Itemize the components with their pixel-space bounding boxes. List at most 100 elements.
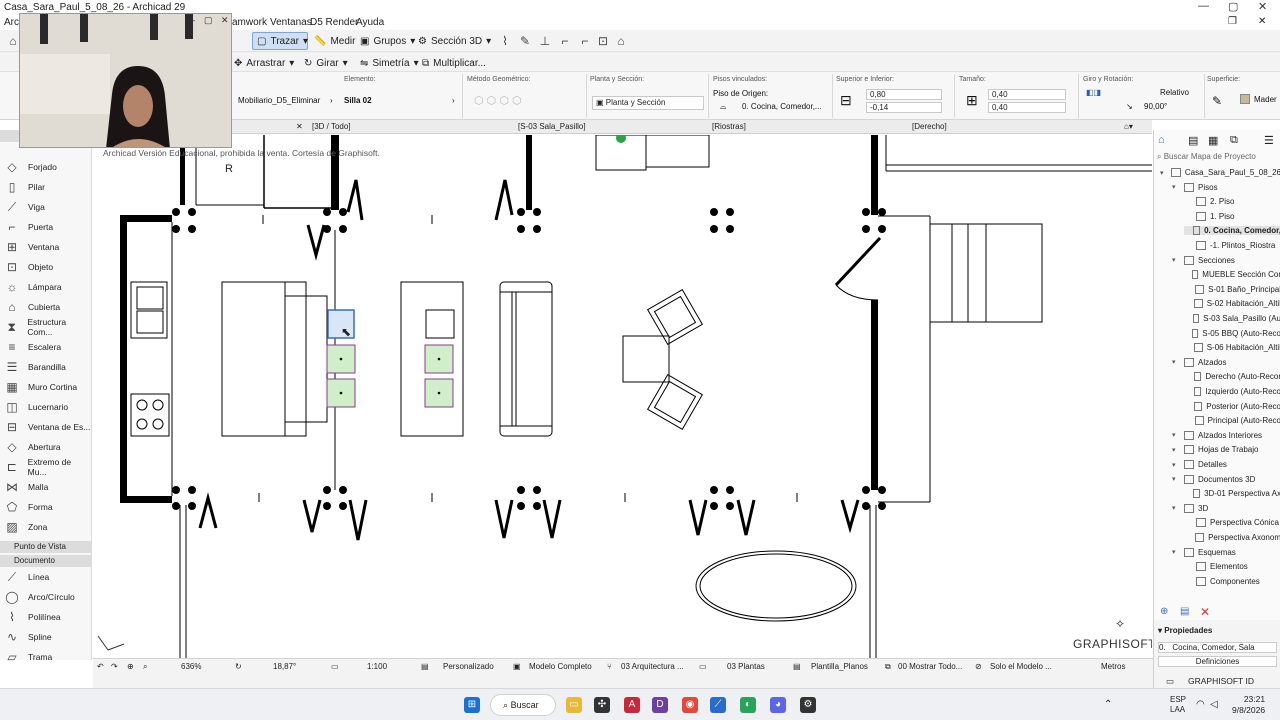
menu-icon[interactable]: ☰ <box>1264 134 1274 147</box>
tool-escalera[interactable]: ≡ Escalera <box>4 338 61 356</box>
tool-trama[interactable]: ▱ Trama <box>4 648 52 666</box>
floor-plan-drawing[interactable] <box>93 135 1152 658</box>
discord-icon[interactable]: ◕ <box>770 697 786 713</box>
layout-book-icon[interactable]: ▦ <box>1208 134 1218 147</box>
project-map-icon[interactable]: ⌂ <box>1158 134 1165 146</box>
tool-abertura[interactable]: ◇ Abertura <box>4 438 60 456</box>
language-indicator[interactable]: ESP LAA <box>1170 695 1186 715</box>
navigator-item[interactable]: MUEBLE Sección Cor <box>1184 270 1280 280</box>
tool-malla[interactable]: ⋈ Malla <box>4 478 48 496</box>
chevron-down-icon[interactable]: ▾ <box>1172 431 1180 439</box>
tool-ventana[interactable]: ⊞ Ventana <box>4 238 59 256</box>
trim-icon[interactable]: ⌇ <box>498 34 512 48</box>
archicad-icon[interactable]: ⟋ <box>710 697 726 713</box>
navigator-settings-icon[interactable]: ▤ <box>1180 606 1189 617</box>
tool-ventana-esquina[interactable]: ⊟ Ventana de Es... <box>4 418 90 436</box>
navigator-delete-icon[interactable]: ✕ <box>1200 605 1210 619</box>
adjust-icon[interactable]: ⊥ <box>538 34 552 48</box>
tool-viga[interactable]: ⟋ Viga <box>4 198 45 216</box>
navigator-item[interactable]: S-06 Habitación_Altil <box>1184 343 1280 353</box>
navigator-item[interactable]: 1. Piso <box>1184 211 1280 221</box>
tool-cubierta[interactable]: ⌂ Cubierta <box>4 298 60 316</box>
geometry-method-icons[interactable]: ⬡ ⬡ ⬡ ⬡ <box>474 94 522 107</box>
tool-extremo-muro[interactable]: ⊏ Extremo de Mu... <box>4 457 91 477</box>
view-options-icon[interactable]: ⌂▾ <box>1124 121 1133 133</box>
navigator-item[interactable]: ▾ Hojas de Trabajo <box>1172 445 1280 455</box>
navigator-item[interactable]: Perspectiva Cónica <box>1184 518 1280 528</box>
view-map-icon[interactable]: ▤ <box>1188 134 1198 147</box>
snap-guide-icon[interactable]: ✧ <box>1115 617 1125 631</box>
doc-close-icon[interactable]: ✕ <box>1258 16 1266 27</box>
publisher-icon[interactable]: ⧉ <box>1230 134 1238 147</box>
tool-estructura-compleja[interactable]: ⧗ Estructura Com... <box>4 317 91 337</box>
offset-icon[interactable]: ⌐ <box>578 34 592 48</box>
redo-icon[interactable]: ↷ <box>111 662 118 671</box>
tab-close-icon[interactable]: ✕ <box>296 121 303 133</box>
navigator-item[interactable]: S-01 Baño_Principal <box>1184 284 1280 294</box>
navigator-item[interactable]: ▾ Detalles <box>1172 460 1280 469</box>
maximize-icon[interactable]: ▢ <box>1228 0 1238 13</box>
chevron-down-icon[interactable]: ▾ <box>1172 504 1180 512</box>
stretch-icon[interactable]: ⌂ <box>614 34 628 48</box>
relativo-select[interactable]: Relativo <box>1160 88 1189 97</box>
tool-forma[interactable]: ⬠ Forma <box>4 498 53 516</box>
tray-chevron-icon[interactable]: ⌃ <box>1104 699 1112 710</box>
volume-icon[interactable]: ◁ <box>1210 699 1218 710</box>
size-y-field[interactable]: 0,40 <box>988 102 1066 113</box>
navigator-add-icon[interactable]: ⊕ <box>1160 606 1168 617</box>
navigator-item[interactable]: ▾ Documentos 3D <box>1172 474 1280 484</box>
resize-icon[interactable]: ⊡ <box>596 34 610 48</box>
tool-forjado[interactable]: ◇ Forjado <box>4 158 56 176</box>
tool-linea[interactable]: ⟋ Línea <box>4 568 49 586</box>
scale-value[interactable]: 1:100 <box>367 662 387 671</box>
tool-polilinea[interactable]: ⌇ Polilínea <box>4 608 61 626</box>
chevron-down-icon[interactable]: ▾ <box>1172 461 1180 469</box>
navigator-item[interactable]: ▾ Casa_Sara_Paul_5_08_26 <box>1160 168 1280 177</box>
navigator-item[interactable]: -1. Plintos_Riostra <box>1184 241 1280 250</box>
surface-brush-icon[interactable]: ✎ <box>1212 94 1222 108</box>
chevron-down-icon[interactable]: ▾ <box>1172 446 1180 454</box>
navigator-item[interactable]: Elementos <box>1184 562 1280 572</box>
navigator-item[interactable]: Derecho (Auto-Recor <box>1184 372 1280 382</box>
navigator-item[interactable]: ▾ Alzados <box>1172 357 1280 367</box>
navigator-item[interactable]: Izquierdo (Auto-Reco <box>1184 387 1280 396</box>
girar-button[interactable]: ↻ Girar ▾ <box>300 54 352 72</box>
structure-value[interactable]: Solo el Modelo ... <box>990 662 1052 671</box>
home-icon[interactable]: ⌂ <box>6 34 20 48</box>
plantilla-value[interactable]: Plantilla_Planos <box>811 662 868 671</box>
properties-id-field[interactable]: 0. Cocina, Comedor, Sala <box>1158 642 1277 653</box>
tab-3d-todo[interactable]: [3D / Todo] <box>312 121 351 133</box>
grupos-button[interactable]: ▣ Grupos ▾ <box>356 32 419 50</box>
angle-value[interactable]: 18,87° <box>273 662 296 671</box>
menu-item-ventanas[interactable]: Ventanas <box>270 17 312 28</box>
wifi-icon[interactable]: ◠ <box>1196 699 1205 710</box>
tool-puerta[interactable]: ⌐ Puerta <box>4 218 53 236</box>
pen-set-value[interactable]: Personalizado <box>443 662 494 671</box>
tool-pilar[interactable]: ▯ Pilar <box>4 178 45 196</box>
multiplicar-button[interactable]: ⧉ Multiplicar... <box>418 54 490 72</box>
file-explorer-icon[interactable]: ▭ <box>566 697 582 713</box>
webcam-close-icon[interactable]: ✕ <box>221 15 229 26</box>
tab-derecho[interactable]: [Derecho] <box>912 121 947 133</box>
element-name[interactable]: Silla 02 <box>344 96 372 105</box>
layer-combo-value[interactable]: 03 Arquitectura ... <box>621 662 684 671</box>
chevron-down-icon[interactable]: ▾ <box>1172 256 1180 264</box>
arrastrar-button[interactable]: ✥ Arrastrar ▾ <box>230 54 298 72</box>
navigator-item[interactable]: ▾ Alzados Interiores <box>1172 430 1280 440</box>
tool-muro-cortina[interactable]: ▦ Muro Cortina <box>4 378 77 396</box>
windows-start-icon[interactable]: ⊞ <box>464 697 480 713</box>
navigator-item[interactable]: Principal (Auto-Reco <box>1184 416 1280 426</box>
navigator-item[interactable]: 2. Piso <box>1184 197 1280 207</box>
piso-origen-value[interactable]: 0. Cocina, Comedor,... <box>742 102 822 111</box>
menu-item-ayuda[interactable]: Ayuda <box>356 17 384 28</box>
renovation-value[interactable]: 00 Mostrar Todo... <box>898 662 962 671</box>
navigator-item[interactable]: ▾ Esquemas <box>1172 547 1280 557</box>
menu-item-teamwork[interactable]: amwork <box>232 17 267 28</box>
undo-icon[interactable]: ↶ <box>97 662 104 671</box>
navigator-item[interactable]: Posterior (Auto-Reco <box>1184 401 1280 411</box>
tool-zona[interactable]: ▨ Zona <box>4 518 47 536</box>
plantas-value[interactable]: 03 Plantas <box>727 662 765 671</box>
settings-gear-icon[interactable]: ⚙ <box>800 697 816 713</box>
tool-spline[interactable]: ∿ Spline <box>4 628 52 646</box>
model-view-value[interactable]: Modelo Completo <box>529 662 592 671</box>
